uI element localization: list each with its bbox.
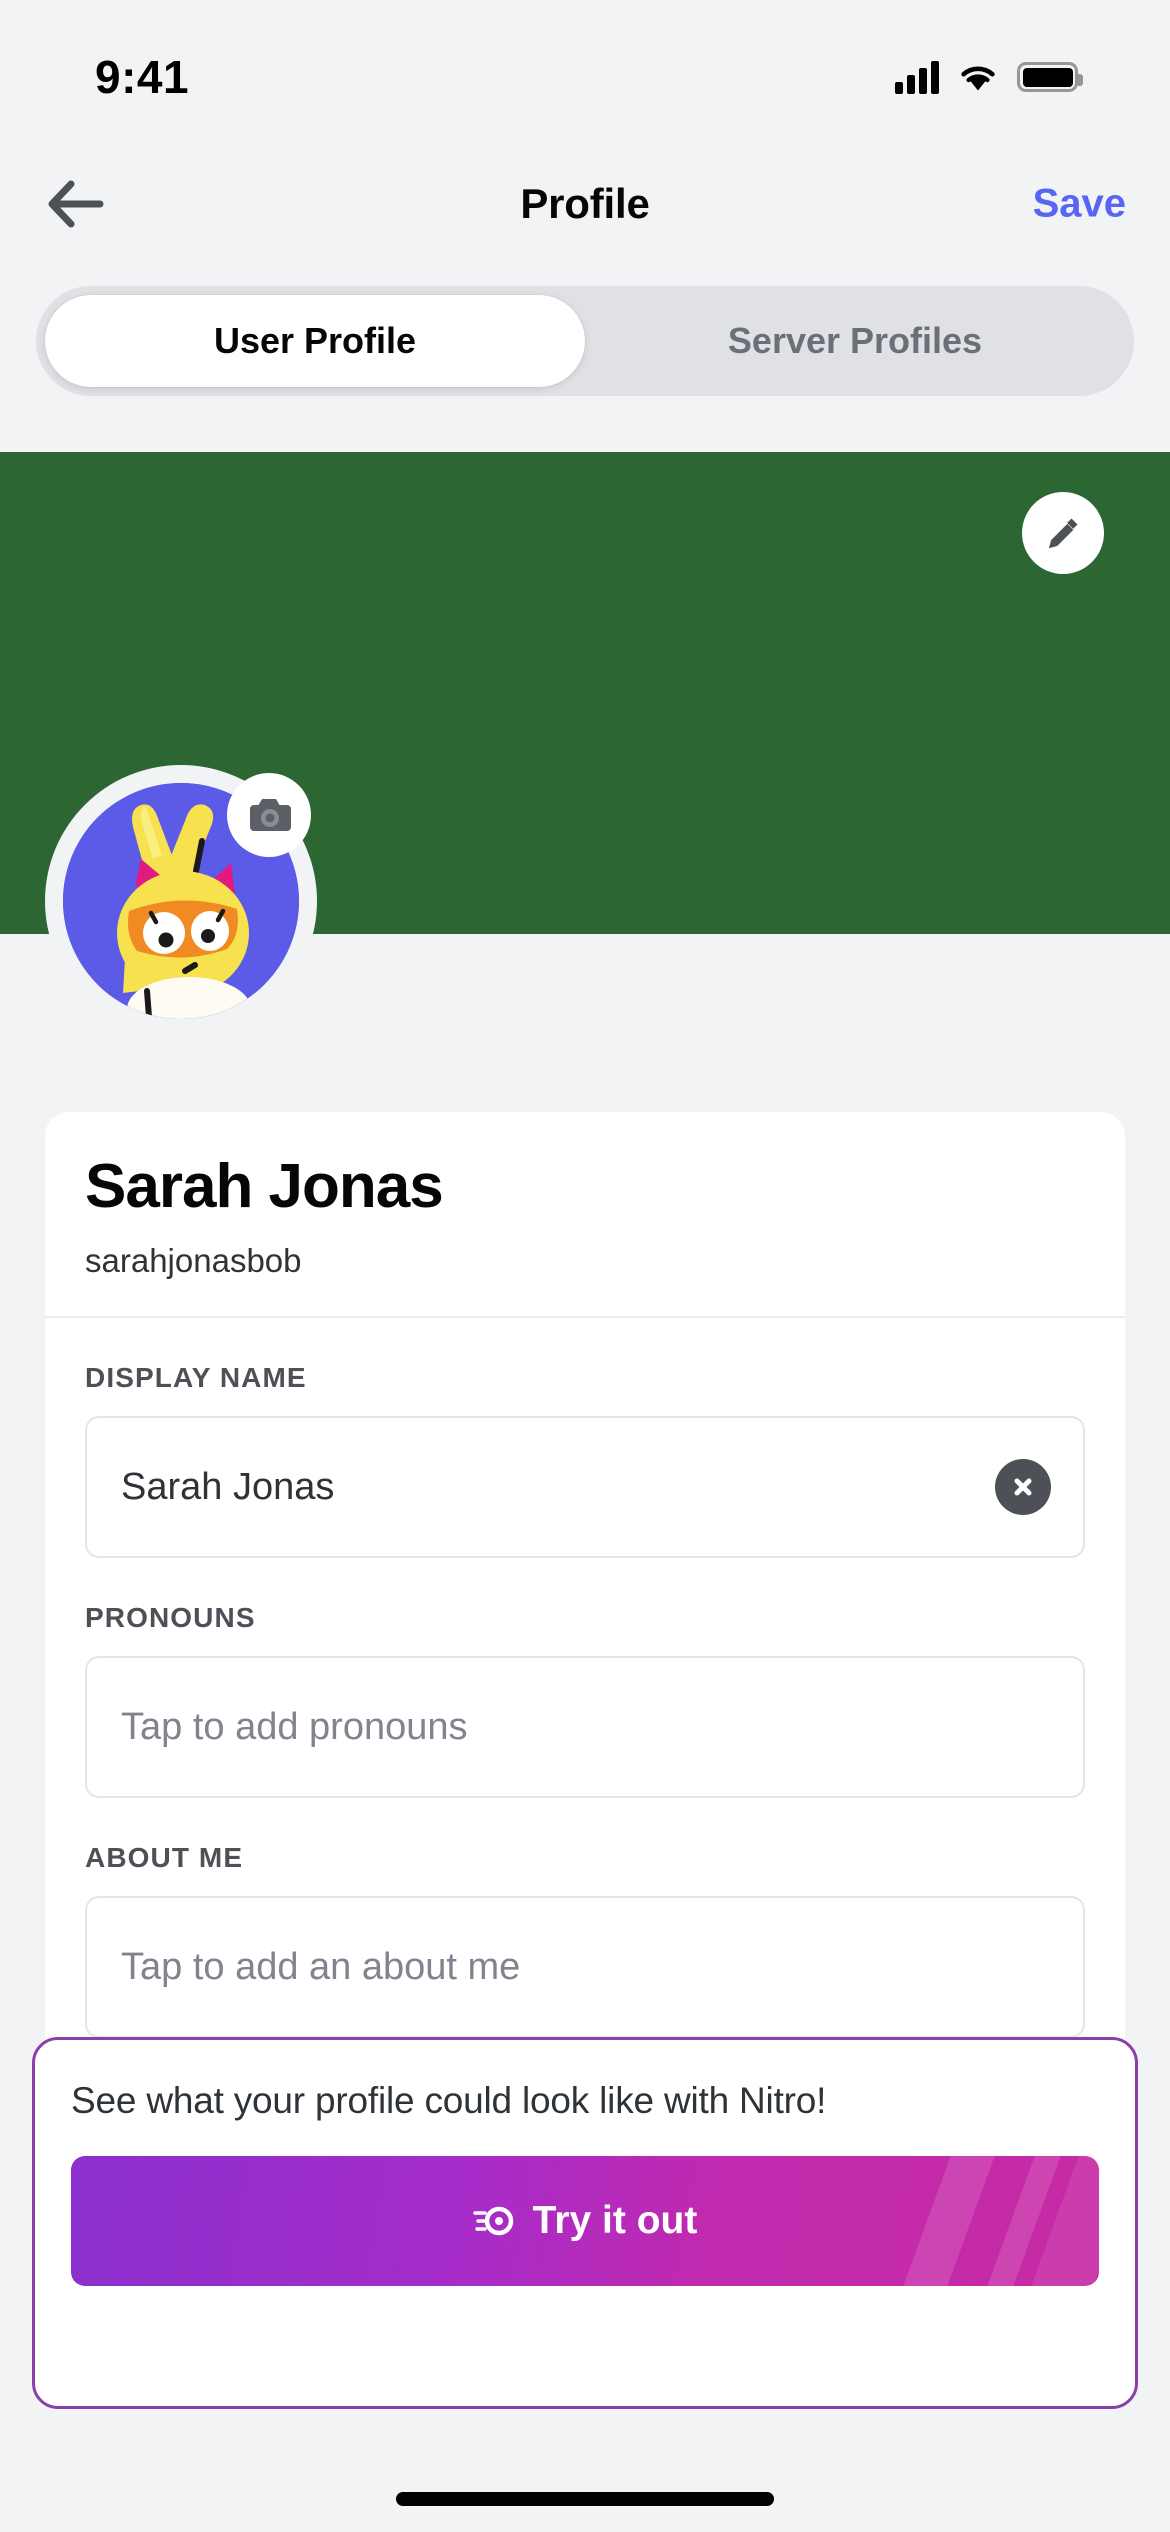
wifi-icon (961, 66, 995, 91)
display-name-input[interactable]: Sarah Jonas (85, 1416, 1085, 1558)
save-button[interactable]: Save (1033, 182, 1126, 227)
close-circle-icon (1014, 1478, 1032, 1496)
edit-avatar-button[interactable] (227, 773, 311, 857)
field-label-pronouns: PRONOUNS (85, 1602, 256, 1633)
pronouns-placeholder: Tap to add pronouns (121, 1705, 468, 1748)
edit-banner-button[interactable] (1022, 492, 1104, 574)
field-about-me: ABOUT ME Tap to add an about me (45, 1798, 1125, 2066)
navigation-bar: Profile Save (0, 140, 1170, 268)
field-pronouns: PRONOUNS Tap to add pronouns (45, 1558, 1125, 1798)
nitro-try-it-out-button[interactable]: Try it out (71, 2156, 1099, 2286)
nitro-promo-card: See what your profile could look like wi… (32, 2037, 1138, 2409)
battery-icon (1017, 62, 1083, 92)
pronouns-input[interactable]: Tap to add pronouns (85, 1656, 1085, 1798)
cellular-signal-icon (895, 60, 939, 94)
status-bar-time: 9:41 (95, 51, 190, 103)
nitro-promo-message: See what your profile could look like wi… (71, 2080, 827, 2121)
clear-display-name-button[interactable] (995, 1459, 1051, 1515)
field-display-name: DISPLAY NAME Sarah Jonas (45, 1318, 1125, 1558)
status-bar-icons (895, 60, 1083, 94)
display-name-value: Sarah Jonas (121, 1465, 335, 1508)
profile-card: Sarah Jonas sarahjonasbob DISPLAY NAME S… (45, 1112, 1125, 2066)
profile-card-header: Sarah Jonas sarahjonasbob (45, 1112, 1125, 1318)
avatar[interactable] (45, 765, 317, 1037)
camera-icon (250, 799, 291, 831)
profile-display-name: Sarah Jonas (85, 1152, 444, 1221)
tab-server-profiles[interactable]: Server Profiles (585, 295, 1125, 387)
status-bar: 9:41 (0, 0, 1170, 140)
field-label-display-name: DISPLAY NAME (85, 1362, 307, 1393)
home-indicator[interactable] (396, 2492, 774, 2506)
about-me-placeholder: Tap to add an about me (121, 1945, 521, 1988)
profile-tab-switcher: User Profile Server Profiles (36, 286, 1134, 396)
profile-username: sarahjonasbob (85, 1242, 302, 1279)
nitro-button-label: Try it out (532, 2199, 698, 2242)
tab-user-profile[interactable]: User Profile (45, 295, 585, 387)
nitro-boost-icon (472, 2206, 513, 2236)
about-me-input[interactable]: Tap to add an about me (85, 1896, 1085, 2038)
field-label-about-me: ABOUT ME (85, 1842, 244, 1873)
nitro-shine-stripe (893, 2156, 1005, 2286)
pencil-icon (1048, 518, 1078, 549)
page-title: Profile (520, 180, 650, 227)
